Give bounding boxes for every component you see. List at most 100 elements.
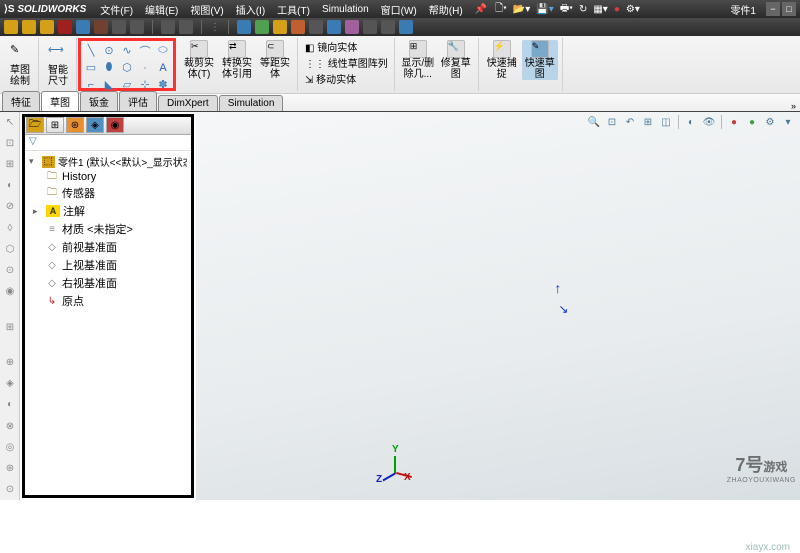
ltool-15[interactable]: ◎ <box>2 441 18 454</box>
slot-tool[interactable]: ⬮ <box>101 60 117 75</box>
arc-tool[interactable]: ⌒ <box>137 43 153 58</box>
plane-tool[interactable]: ▱ <box>119 77 135 92</box>
menu-simulation[interactable]: Simulation <box>316 4 375 15</box>
tree-origin[interactable]: ↳ 原点 <box>27 292 189 310</box>
tab-simulation[interactable]: Simulation <box>219 95 284 111</box>
ltool-3[interactable]: ⊞ <box>2 158 18 171</box>
mirror-button[interactable]: ◧ 镜向实体 <box>303 42 390 56</box>
fm-tab-tree[interactable]: 🗁 <box>26 117 44 133</box>
tabs-expand-icon[interactable]: » <box>791 101 796 111</box>
circle-tool[interactable]: ⊙ <box>101 43 117 58</box>
line-tool[interactable]: ╲ <box>83 43 99 58</box>
qa-btn-12[interactable] <box>255 20 269 34</box>
ltool-8[interactable]: ⊙ <box>2 264 18 277</box>
qa-btn-2[interactable] <box>22 20 36 34</box>
ltool-14[interactable]: ⊗ <box>2 420 18 433</box>
qa-btn-13[interactable] <box>273 20 287 34</box>
rapid-snap-button[interactable]: ⚡ 快速捕 捉 <box>484 40 520 80</box>
qa-btn-3[interactable] <box>40 20 54 34</box>
qa-btn-14[interactable] <box>291 20 305 34</box>
ltool-11[interactable]: ⊕ <box>2 356 18 369</box>
offset-button[interactable]: ⊂ 等距实 体 <box>257 40 293 80</box>
qa-btn-20[interactable] <box>399 20 413 34</box>
centerline-tool[interactable]: ⊹ <box>137 77 153 92</box>
display-style-icon[interactable]: ◐ <box>683 114 699 130</box>
qa-btn-18[interactable] <box>363 20 377 34</box>
point-tool[interactable]: · <box>137 60 153 75</box>
ltool-5[interactable]: ⊘ <box>2 200 18 213</box>
hide-show-icon[interactable]: 👁 <box>701 114 717 130</box>
qa-btn-10[interactable] <box>179 20 193 34</box>
tree-annotations[interactable]: ▸ A 注解 <box>27 202 189 220</box>
ltool-6[interactable]: ◊ <box>2 222 18 235</box>
menu-insert[interactable]: 插入(I) <box>230 2 271 17</box>
graphics-viewport[interactable]: 🔍 ⊡ ↶ ⊞ ◫ ◐ 👁 ● ● ⚙ ▾ ↑ ↘ Y X Z <box>196 112 800 500</box>
convert-button[interactable]: ⇄ 转换实 体引用 <box>219 40 255 80</box>
construction-tool[interactable]: ✽ <box>155 77 171 92</box>
zoom-prev-icon[interactable]: ↶ <box>622 114 638 130</box>
fm-tab-property[interactable]: ⊞ <box>46 117 64 133</box>
zoom-fit-icon[interactable]: 🔍 <box>586 114 602 130</box>
rebuild-icon[interactable]: ↻ <box>579 4 587 15</box>
tree-top-plane[interactable]: ◇ 上视基准面 <box>27 256 189 274</box>
menu-edit[interactable]: 编辑(E) <box>139 2 184 17</box>
ltool-9[interactable]: ◉ <box>2 285 18 298</box>
open-icon[interactable]: 📂▾ <box>513 4 530 15</box>
ltool-13[interactable]: ◐ <box>2 398 18 411</box>
ltool-16[interactable]: ⊛ <box>2 462 18 475</box>
minimize-icon[interactable]: − <box>766 2 780 16</box>
expander-icon[interactable]: ▸ <box>33 206 43 217</box>
ltool-2[interactable]: ⊡ <box>2 137 18 150</box>
ltool-17[interactable]: ⊙ <box>2 483 18 496</box>
save-icon[interactable]: 💾▾ <box>536 4 553 15</box>
spline-tool[interactable]: ∿ <box>119 43 135 58</box>
qa-btn-7[interactable] <box>112 20 126 34</box>
sketch-button[interactable]: ✎ 草图 绘制 <box>6 40 34 89</box>
display-delete-button[interactable]: ⊞ 显示/删 除几... <box>400 40 436 80</box>
qa-btn-17[interactable] <box>345 20 359 34</box>
scene-icon[interactable]: ● <box>744 114 760 130</box>
rapid-sketch-button[interactable]: ✎ 快速草 图 <box>522 40 558 80</box>
view-orient-icon[interactable]: ⊞ <box>640 114 656 130</box>
view-settings-icon[interactable]: ⚙ <box>762 114 778 130</box>
rectangle-tool[interactable]: ▭ <box>83 60 99 75</box>
new-doc-icon[interactable]: 🗋▾ <box>495 1 507 18</box>
tab-evaluate[interactable]: 评估 <box>119 91 157 111</box>
qa-btn-8[interactable] <box>130 20 144 34</box>
menu-window[interactable]: 窗口(W) <box>375 2 423 17</box>
fm-tab-display[interactable]: ◉ <box>106 117 124 133</box>
record-icon[interactable]: ● <box>614 4 620 15</box>
menu-tools[interactable]: 工具(T) <box>271 2 316 17</box>
trim-button[interactable]: ✂ 裁剪实 体(T) <box>181 40 217 80</box>
expander-icon[interactable]: ▾ <box>29 156 39 167</box>
qa-btn-4[interactable] <box>58 20 72 34</box>
menu-file[interactable]: 文件(F) <box>94 2 139 17</box>
ltool-4[interactable]: ◐ <box>2 179 18 192</box>
tree-root[interactable]: ▾ ⬚ 零件1 (默认<<默认>_显示状态 <box>27 153 189 170</box>
feature-filter[interactable]: ▽ <box>25 135 191 151</box>
tab-sheetmetal[interactable]: 钣金 <box>80 91 118 111</box>
repair-button[interactable]: 🔧 修复草 图 <box>438 40 474 80</box>
move-button[interactable]: ⇲ 移动实体 <box>303 74 390 88</box>
settings-icon[interactable]: ⚙▾ <box>626 4 640 15</box>
qa-btn-9[interactable] <box>161 20 175 34</box>
polygon-tool[interactable]: ⬡ <box>119 60 135 75</box>
text-tool[interactable]: A <box>155 60 171 75</box>
fm-tab-config[interactable]: ⊛ <box>66 117 84 133</box>
view-triad[interactable]: Y X Z <box>376 450 416 490</box>
options-icon[interactable]: ▦▾ <box>593 4 607 15</box>
tree-sensors[interactable]: 🗀 传感器 <box>27 184 189 202</box>
appearance-icon[interactable]: ● <box>726 114 742 130</box>
view-help-icon[interactable]: ▾ <box>780 114 796 130</box>
tree-history[interactable]: 🗀 History <box>27 170 189 184</box>
tree-front-plane[interactable]: ◇ 前视基准面 <box>27 238 189 256</box>
tab-sketch[interactable]: 草图 <box>41 91 79 111</box>
qa-btn-16[interactable] <box>327 20 341 34</box>
ltool-12[interactable]: ◈ <box>2 377 18 390</box>
tab-features[interactable]: 特征 <box>2 91 40 111</box>
qa-btn-15[interactable] <box>309 20 323 34</box>
fillet-tool[interactable]: ⌐ <box>83 77 99 92</box>
ellipse-tool[interactable]: ⬭ <box>155 43 171 58</box>
tree-right-plane[interactable]: ◇ 右视基准面 <box>27 274 189 292</box>
pin-icon[interactable]: 📌 <box>475 4 487 15</box>
